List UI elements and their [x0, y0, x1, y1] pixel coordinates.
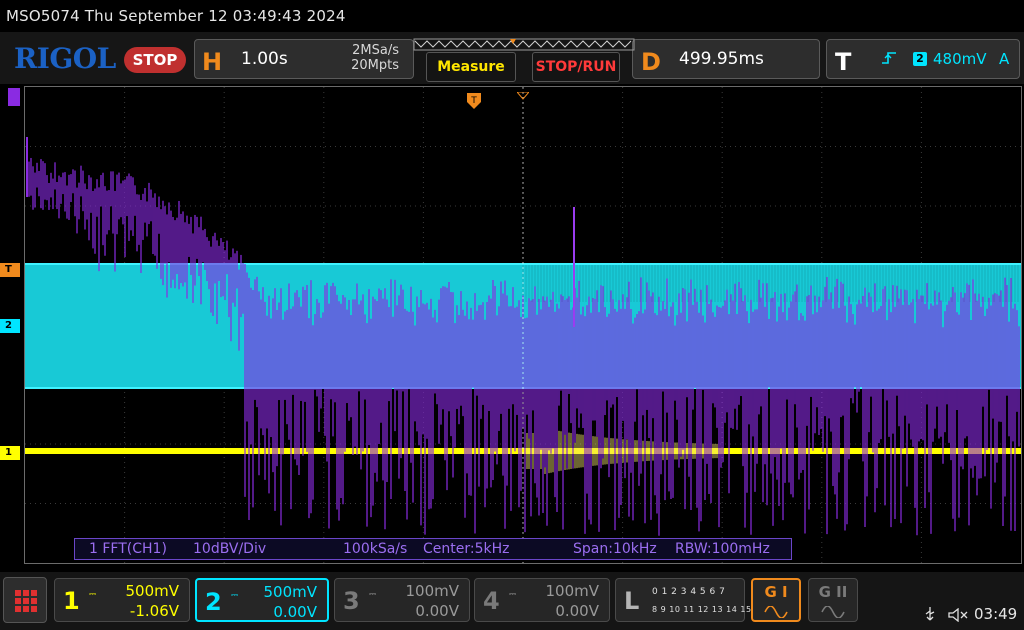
memory-overview-strip[interactable]: [413, 37, 635, 51]
ch4-panel[interactable]: 4 ⎓ 100mV 0.00V: [474, 578, 610, 622]
fft-scale: 10dBV/Div: [193, 541, 267, 557]
timebase-value: 1.00s: [241, 49, 288, 69]
model-and-datetime: MSO5074 Thu September 12 03:49:43 2024: [6, 7, 346, 25]
trigger-level: 480mV: [933, 50, 987, 68]
channel-marker-scroll[interactable]: [8, 88, 20, 106]
ch1-scale: 500mV: [125, 582, 179, 600]
speaker-muted-icon[interactable]: [948, 607, 968, 626]
sample-rate: 2MSa/s: [352, 43, 399, 58]
delay-panel[interactable]: D 499.95ms: [632, 39, 820, 79]
grid-menu-icon: [15, 590, 37, 616]
ch2-offset-marker[interactable]: 2: [0, 319, 20, 333]
delay-value: 499.95ms: [679, 49, 764, 69]
trigger-mode: A: [999, 50, 1010, 68]
delay-letter: D: [641, 48, 661, 76]
ch2-scale: 500mV: [263, 583, 317, 601]
ch3-panel[interactable]: 3 ⎓ 100mV 0.00V: [334, 578, 470, 622]
generator-1-button[interactable]: G I: [751, 578, 801, 622]
ch1-number: 1: [63, 587, 80, 615]
logic-row-1: 0 1 2 3 4 5 6 7: [652, 587, 726, 597]
title-bar: MSO5074 Thu September 12 03:49:43 2024: [0, 0, 1024, 32]
svg-text:T: T: [470, 96, 477, 106]
ch2-offset: 0.00V: [273, 603, 317, 621]
delay-position-marker[interactable]: [515, 85, 531, 100]
ch3-scale: 100mV: [405, 582, 459, 600]
trigger-letter: T: [835, 48, 852, 76]
generator-2-button[interactable]: G II: [808, 578, 858, 622]
dc-coupling-icon: ⎓: [369, 590, 377, 600]
usb-icon: [924, 606, 936, 626]
trigger-level-marker-label: T: [5, 264, 12, 275]
sine-wave-icon: [821, 603, 845, 622]
fft-rate: 100kSa/s: [343, 541, 408, 557]
rigol-logo: RIGOL: [14, 42, 116, 75]
horizontal-panel[interactable]: H 1.00s 2MSa/s 20Mpts: [194, 39, 414, 79]
generator-1-label: G I: [764, 583, 788, 601]
ch1-panel[interactable]: 1 ⎓ 500mV -1.06V: [54, 578, 190, 622]
horizontal-letter: H: [202, 48, 223, 76]
ch3-number: 3: [343, 587, 360, 615]
rising-edge-icon: [881, 50, 897, 70]
sine-wave-icon: [764, 603, 788, 622]
generator-2-label: G II: [818, 583, 848, 601]
fft-span: Span:10kHz: [573, 541, 657, 557]
ch4-offset: 0.00V: [555, 602, 599, 620]
logic-row-2: 8 9 10 11 12 13 14 15: [652, 605, 752, 614]
ch3-offset: 0.00V: [415, 602, 459, 620]
run-state-badge[interactable]: STOP: [124, 47, 186, 73]
dc-coupling-icon: ⎓: [89, 590, 97, 600]
ch2-offset-marker-label: 2: [5, 320, 12, 331]
trigger-level-marker[interactable]: T: [0, 263, 20, 277]
ch1-offset: -1.06V: [129, 602, 179, 620]
clock-time: 03:49: [974, 605, 1018, 623]
logic-letter: L: [624, 587, 640, 615]
fft-rbw: RBW:100mHz: [675, 541, 770, 557]
fft-info-bar[interactable]: 1 FFT(CH1) 10dBV/Div 100kSa/s Center:5kH…: [74, 538, 792, 560]
menu-button[interactable]: [3, 577, 47, 623]
stop-run-button[interactable]: STOP/RUN: [532, 52, 620, 82]
trigger-panel[interactable]: T 2 480mV A: [826, 39, 1020, 79]
bottom-bar: 1 ⎓ 500mV -1.06V 2 ⎓ 500mV 0.00V 3 ⎓ 100…: [0, 572, 1024, 630]
ch4-number: 4: [483, 587, 500, 615]
ch1-offset-marker-label: 1: [5, 447, 12, 458]
dc-coupling-icon: ⎓: [509, 590, 517, 600]
trigger-position-marker[interactable]: T: [467, 93, 481, 109]
dc-coupling-icon: ⎓: [231, 591, 239, 601]
fft-label: 1 FFT(CH1): [89, 541, 167, 557]
waveform-display[interactable]: [24, 86, 1022, 564]
ch4-scale: 100mV: [545, 582, 599, 600]
fft-center: Center:5kHz: [423, 541, 510, 557]
waveform-plot: [25, 87, 1021, 563]
measure-button[interactable]: Measure: [426, 52, 516, 82]
trigger-source-badge: 2: [913, 52, 927, 66]
ch2-panel[interactable]: 2 ⎓ 500mV 0.00V: [195, 578, 329, 622]
memory-depth: 20Mpts: [351, 58, 399, 73]
ch2-number: 2: [205, 588, 222, 616]
ch1-offset-marker[interactable]: 1: [0, 446, 20, 460]
logic-panel[interactable]: L 0 1 2 3 4 5 6 7 8 9 10 11 12 13 14 15: [615, 578, 751, 622]
